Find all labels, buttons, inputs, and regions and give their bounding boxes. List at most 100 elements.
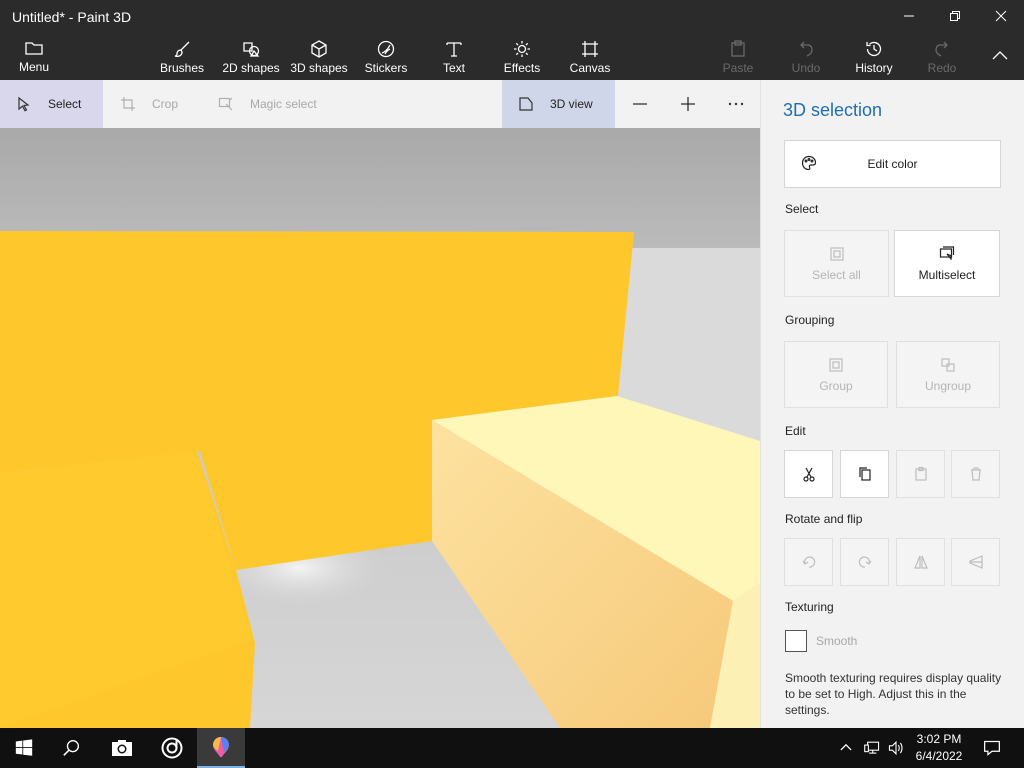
brush-icon [174, 41, 190, 58]
sun-icon [514, 41, 530, 57]
scissors-icon [802, 467, 815, 482]
select-all-icon [829, 246, 844, 261]
tool-row: Select Crop Magic select 3D view [0, 80, 760, 128]
select-heading: Select [785, 202, 819, 216]
history-button[interactable]: History [850, 32, 898, 80]
select-all-button[interactable]: Select all [784, 230, 889, 297]
flip-horizontal-button[interactable] [896, 538, 945, 586]
ungroup-button[interactable]: Ungroup [896, 341, 1000, 408]
taskbar: 3:02 PM 6/4/2022 [0, 728, 1024, 768]
menu-button[interactable]: Menu [10, 32, 58, 80]
network-icon [864, 741, 880, 754]
texturing-heading: Texturing [785, 600, 834, 614]
panel-title: 3D selection [783, 100, 883, 120]
restore-button[interactable] [932, 0, 978, 32]
crop-tool[interactable]: Crop [104, 80, 194, 128]
paste-button-panel[interactable] [896, 450, 945, 498]
redo-icon [935, 41, 948, 57]
tab-brushes[interactable]: Brushes [152, 32, 212, 80]
volume-button[interactable] [884, 728, 908, 768]
crop-icon [121, 97, 135, 111]
clock-time: 3:02 PM [916, 732, 962, 746]
tab-stickers[interactable]: Stickers [360, 32, 412, 80]
show-hidden-icons-button[interactable] [834, 728, 858, 768]
history-icon [866, 41, 882, 57]
cut-button[interactable] [784, 450, 833, 498]
canvas-icon [582, 41, 598, 57]
rotate-flip-heading: Rotate and flip [785, 512, 863, 526]
ungroup-icon [941, 357, 955, 372]
2d-shapes-icon [243, 42, 260, 57]
collapse-ribbon-button[interactable] [982, 32, 1018, 80]
groove-music-button[interactable] [148, 728, 196, 768]
paint3d-taskbar-button[interactable] [197, 728, 245, 768]
search-button[interactable] [48, 728, 96, 768]
edit-heading: Edit [785, 424, 806, 438]
notification-icon [984, 740, 1000, 756]
grouping-heading: Grouping [785, 313, 835, 327]
groove-music-icon [161, 737, 183, 759]
clock-date: 6/4/2022 [915, 749, 963, 763]
delete-button[interactable] [951, 450, 1000, 498]
paste-icon [731, 40, 745, 57]
paint3d-window: Untitled* - Paint 3D Menu Brushes 2D sha… [0, 0, 1024, 768]
start-button[interactable] [0, 728, 48, 768]
select-tool[interactable]: Select [0, 80, 103, 128]
copy-icon [858, 467, 871, 481]
chevron-up-icon [840, 743, 852, 751]
multiselect-button[interactable]: Multiselect [894, 230, 1000, 297]
cursor-icon [18, 96, 30, 112]
flip-horizontal-icon [913, 555, 928, 569]
edit-color-button[interactable]: Edit color [784, 140, 1001, 188]
group-icon [829, 357, 843, 372]
close-button[interactable] [978, 0, 1024, 32]
tab-text[interactable]: Text [432, 32, 476, 80]
3d-selection-panel: 3D selection Edit color Select Select al… [760, 80, 1024, 728]
rotate-left-button[interactable] [784, 538, 833, 586]
smooth-checkbox[interactable] [785, 630, 807, 652]
3d-view-icon [519, 97, 533, 111]
undo-icon [800, 41, 813, 57]
action-center-button[interactable] [970, 728, 1014, 768]
tab-3d-shapes[interactable]: 3D shapes [288, 32, 350, 80]
minus-icon [633, 103, 647, 105]
rotate-right-icon [858, 556, 871, 568]
rotate-left-icon [802, 556, 815, 568]
magic-select-tool[interactable]: Magic select [202, 80, 342, 128]
rotate-right-button[interactable] [840, 538, 889, 586]
trash-icon [970, 467, 981, 481]
group-button[interactable]: Group [784, 341, 888, 408]
tab-2d-shapes[interactable]: 2D shapes [218, 32, 284, 80]
3d-view-toggle[interactable]: 3D view [502, 80, 615, 128]
window-title: Untitled* - Paint 3D [12, 9, 132, 25]
zoom-in-button[interactable] [664, 80, 712, 128]
camera-app-button[interactable] [98, 728, 146, 768]
windows-logo-icon [15, 739, 33, 756]
3d-canvas[interactable] [0, 128, 760, 728]
redo-button[interactable]: Redo [920, 32, 964, 80]
zoom-out-button[interactable] [616, 80, 664, 128]
minimize-button[interactable] [886, 0, 932, 32]
taskbar-clock[interactable]: 3:02 PM 6/4/2022 [906, 731, 972, 765]
magic-select-icon [218, 97, 233, 111]
chevron-up-icon [992, 51, 1008, 60]
tab-canvas[interactable]: Canvas [566, 32, 614, 80]
flip-vertical-icon [968, 555, 983, 569]
sticker-icon [377, 40, 395, 58]
restore-icon [950, 11, 960, 21]
undo-button[interactable]: Undo [784, 32, 828, 80]
smooth-label: Smooth [816, 634, 858, 648]
title-bar: Untitled* - Paint 3D [0, 0, 1024, 32]
network-button[interactable] [860, 728, 884, 768]
3d-scene [0, 128, 760, 728]
copy-button[interactable] [840, 450, 889, 498]
text-icon [446, 42, 462, 57]
flip-vertical-button[interactable] [951, 538, 1000, 586]
3d-cube-icon [311, 40, 327, 58]
paste-button[interactable]: Paste [716, 32, 760, 80]
minimize-icon [904, 15, 914, 17]
more-icon [728, 102, 744, 106]
tab-effects[interactable]: Effects [498, 32, 546, 80]
close-icon [995, 10, 1007, 22]
more-options-button[interactable] [712, 80, 760, 128]
